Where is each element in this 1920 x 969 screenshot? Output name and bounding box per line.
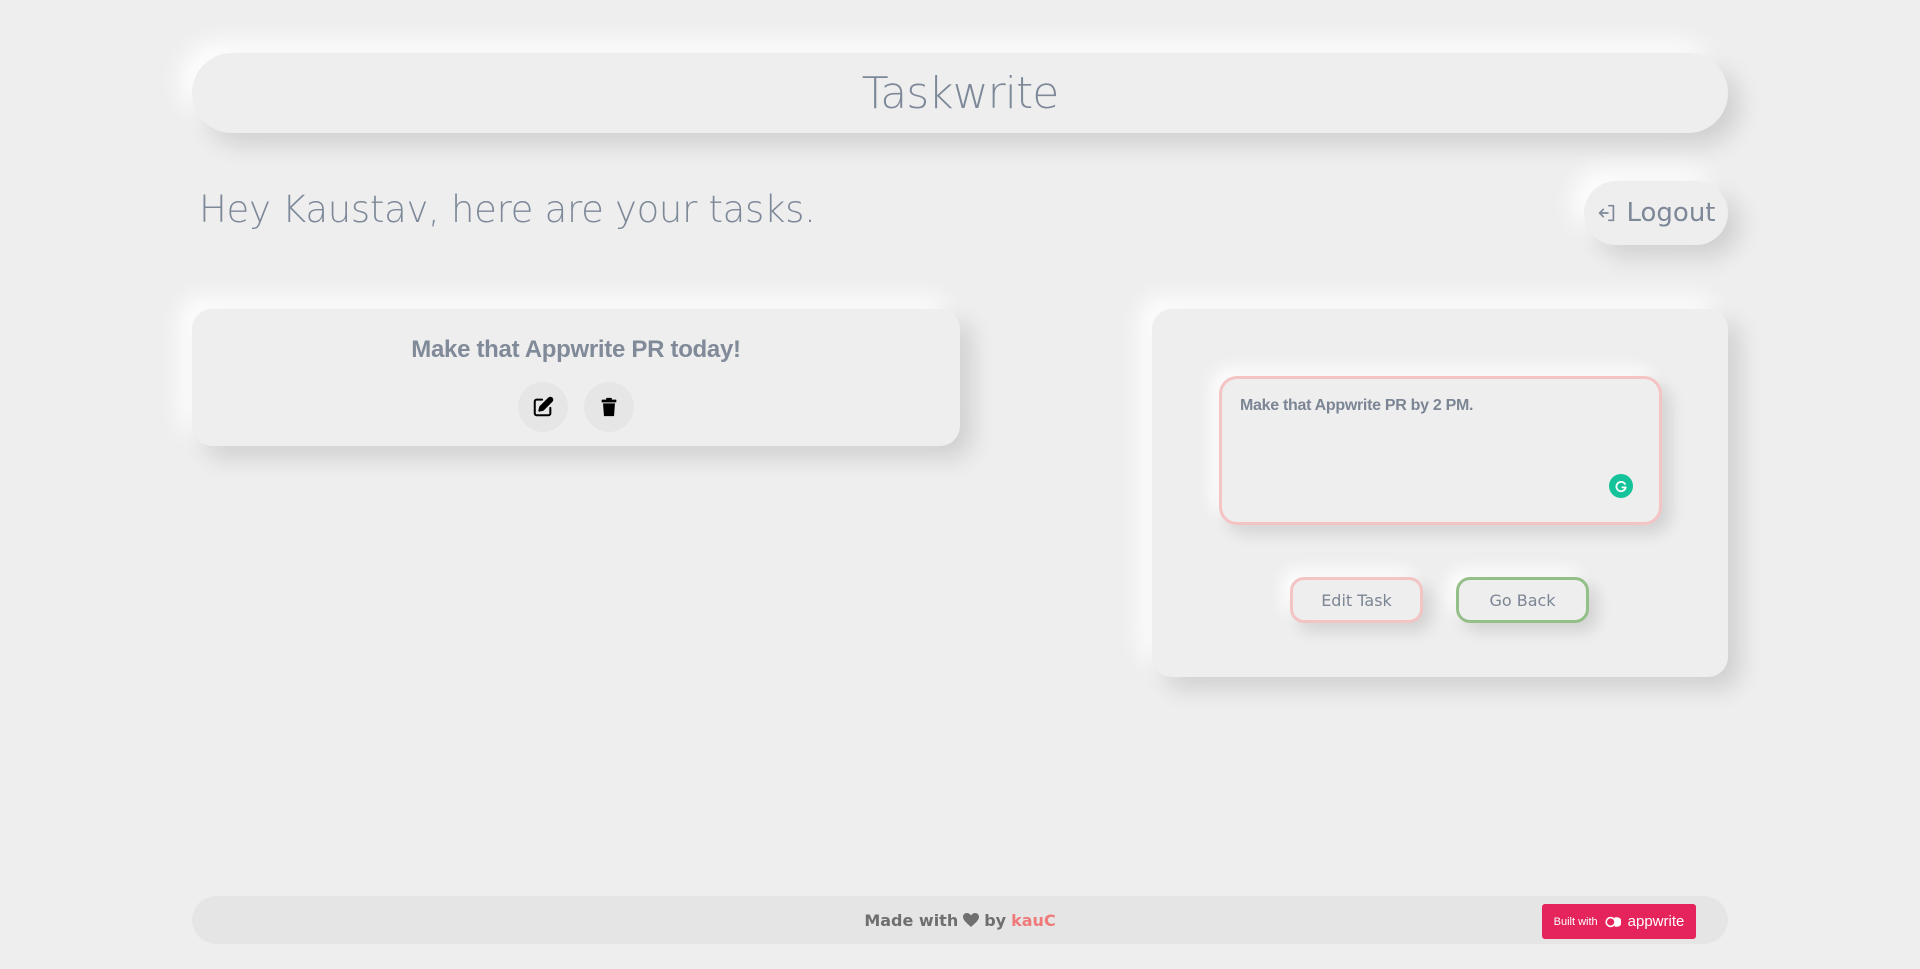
task-actions [518, 382, 634, 432]
edit-task-panel: Edit Task Go Back [1152, 309, 1728, 677]
logout-button[interactable]: Logout [1584, 181, 1728, 245]
delete-task-button[interactable] [584, 382, 634, 432]
footer: Made with by kauC Built with appwrite [192, 896, 1728, 944]
edit-icon [533, 396, 554, 417]
badge-prefix: Built with [1553, 915, 1598, 928]
author-link[interactable]: kauC [1011, 911, 1056, 930]
built-with-appwrite-badge[interactable]: Built with appwrite [1542, 904, 1696, 939]
appwrite-logo-icon [1605, 916, 1621, 927]
task-title: Make that Appwrite PR today! [411, 336, 741, 363]
grammarly-icon[interactable] [1609, 474, 1633, 498]
task-textarea[interactable] [1222, 379, 1659, 522]
logout-label: Logout [1626, 198, 1716, 228]
task-textarea-wrapper [1219, 376, 1662, 525]
footer-made-with: Made with [864, 910, 959, 930]
go-back-button[interactable]: Go Back [1456, 577, 1589, 623]
edit-task-submit-button[interactable]: Edit Task [1290, 577, 1423, 623]
edit-task-button[interactable] [518, 382, 568, 432]
logout-icon [1599, 204, 1615, 222]
page: Taskwrite Hey Kaustav, here are your tas… [0, 0, 1920, 969]
footer-by: by [984, 910, 1007, 930]
app-header: Taskwrite [192, 53, 1728, 133]
greeting-heading: Hey Kaustav, here are your tasks. [199, 188, 816, 231]
badge-name: appwrite [1627, 913, 1685, 930]
footer-credit: Made with by kauC [864, 911, 1055, 930]
task-card: Make that Appwrite PR today! [192, 309, 960, 446]
heart-icon [963, 913, 980, 927]
brand-title: Taskwrite [861, 67, 1060, 119]
trash-icon [601, 397, 617, 417]
